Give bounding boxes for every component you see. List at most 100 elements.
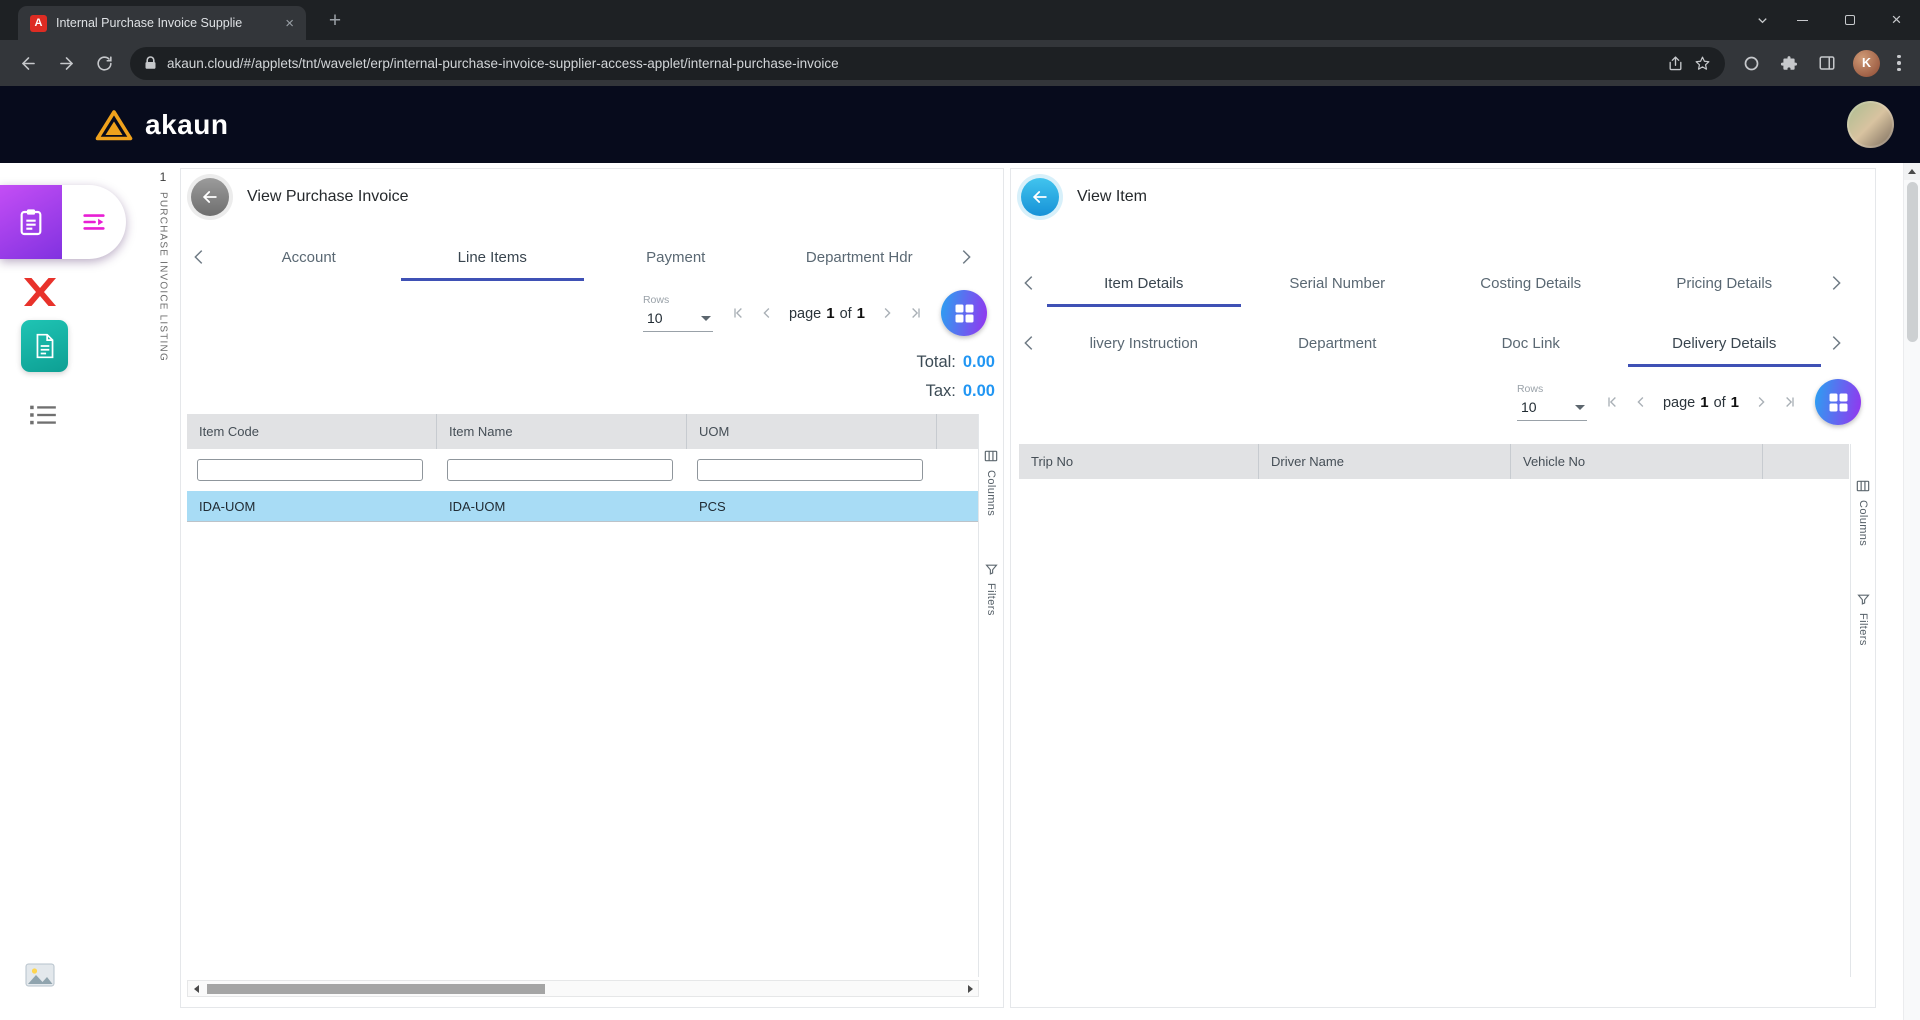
tab-line-items[interactable]: Line Items [401,233,585,281]
side-panel-icon[interactable] [1809,45,1845,81]
tab-close-icon[interactable]: × [283,14,296,33]
tab-department-hdr[interactable]: Department Hdr [768,233,952,281]
browser-profile-avatar[interactable]: K [1853,50,1880,77]
page-indicator: page1of1 [1663,394,1739,411]
tab-scroll-left-icon[interactable] [1011,259,1047,307]
last-page-icon[interactable] [904,301,928,325]
extension-circle-icon[interactable] [1733,45,1769,81]
extensions-puzzle-icon[interactable] [1771,45,1807,81]
user-avatar[interactable] [1847,101,1894,148]
tab-department[interactable]: Department [1241,319,1435,367]
page-scrollbar[interactable] [1903,163,1920,1020]
table-side-tools: Columns Filters [1850,444,1875,977]
tab-scroll-right-icon[interactable] [1821,259,1851,307]
back-button[interactable] [187,174,233,220]
image-thumbnail-icon[interactable] [25,962,55,988]
item-tab-bar-primary: Item Details Serial Number Costing Detai… [1011,259,1851,307]
back-icon[interactable] [10,45,46,81]
item-page-title: View Item [1077,188,1147,206]
filter-item-code-input[interactable] [197,459,423,481]
tab-list-chevron-icon[interactable] [1745,13,1779,28]
tab-delivery-details[interactable]: Delivery Details [1628,319,1822,367]
rows-value: 10 [1521,399,1537,415]
horizontal-scrollbar[interactable] [187,980,979,997]
columns-tool[interactable]: Columns [1855,478,1871,546]
filter-row [187,449,979,491]
column-header-trip-no[interactable]: Trip No [1019,444,1259,479]
rows-per-page-select[interactable]: Rows 10 [1517,383,1587,421]
prev-page-icon[interactable] [1629,390,1653,414]
filter-item-name-input[interactable] [447,459,673,481]
scroll-right-arrow-icon[interactable] [962,981,978,996]
next-page-icon[interactable] [875,301,899,325]
item-back-button[interactable] [1017,174,1063,220]
tab-scroll-right-icon[interactable] [1821,319,1851,367]
grid-view-button[interactable] [1815,379,1861,425]
browser-tab[interactable]: A Internal Purchase Invoice Supplie × [18,6,306,40]
tab-payment[interactable]: Payment [584,233,768,281]
url-bar[interactable]: akaun.cloud/#/applets/tnt/wavelet/erp/in… [130,47,1725,80]
scroll-left-arrow-icon[interactable] [188,981,204,996]
pagination: page1of1 [1600,390,1802,414]
table-header-row: Trip No Driver Name Vehicle No [1019,444,1849,479]
dropdown-caret-icon [701,316,711,321]
filters-tool[interactable]: Filters [984,562,999,616]
column-header-filler [937,414,979,449]
list-menu-icon[interactable] [28,401,58,429]
share-icon[interactable] [1667,55,1684,72]
filter-uom-input[interactable] [697,459,923,481]
applet-launcher[interactable] [0,185,126,259]
item-tab-bar-secondary: livery Instruction Department Doc Link D… [1011,319,1851,367]
refresh-icon[interactable] [86,45,122,81]
filters-tool[interactable]: Filters [1856,592,1871,646]
last-page-icon[interactable] [1778,390,1802,414]
tab-doc-link[interactable]: Doc Link [1434,319,1628,367]
column-header-item-name[interactable]: Item Name [437,414,687,449]
page-indicator: page1of1 [789,305,865,322]
tab-account[interactable]: Account [217,233,401,281]
lock-icon [144,56,157,70]
first-page-icon[interactable] [1600,390,1624,414]
horizontal-scrollbar-thumb[interactable] [207,984,545,994]
page-scrollbar-thumb[interactable] [1907,182,1918,342]
tab-serial-number[interactable]: Serial Number [1241,259,1435,307]
window-close-button[interactable]: × [1873,0,1920,40]
window-controls: × [1745,0,1920,40]
scroll-up-arrow-icon[interactable] [1904,163,1920,180]
listing-tab[interactable]: 1 PURCHASE INVOICE LISTING [150,170,176,362]
column-header-driver-name[interactable]: Driver Name [1259,444,1511,479]
invoice-applet-icon[interactable] [21,320,68,372]
column-header-vehicle-no[interactable]: Vehicle No [1511,444,1763,479]
columns-tool[interactable]: Columns [983,448,999,516]
red-applet-icon[interactable] [22,276,58,308]
tab-scroll-left-icon[interactable] [1011,319,1047,367]
menu-expand-icon[interactable] [62,208,126,236]
rows-per-page-select[interactable]: Rows 10 [643,294,713,332]
column-header-item-code[interactable]: Item Code [187,414,437,449]
next-page-icon[interactable] [1749,390,1773,414]
tab-pricing-details[interactable]: Pricing Details [1628,259,1822,307]
table-controls: Rows 10 page1of1 [643,290,987,336]
grid-view-button[interactable] [941,290,987,336]
first-page-icon[interactable] [726,301,750,325]
app-logo[interactable]: akaun [95,109,228,141]
prev-page-icon[interactable] [755,301,779,325]
column-header-uom[interactable]: UOM [687,414,937,449]
pagination: page1of1 [726,301,928,325]
new-tab-button[interactable]: + [320,6,350,36]
cell-item-name: IDA-UOM [437,491,687,521]
tab-delivery-instruction[interactable]: livery Instruction [1047,319,1241,367]
tab-scroll-right-icon[interactable] [951,233,981,281]
tab-scroll-left-icon[interactable] [181,233,217,281]
tab-costing-details[interactable]: Costing Details [1434,259,1628,307]
forward-icon[interactable] [48,45,84,81]
app-header: akaun [0,86,1920,163]
table-row[interactable]: IDA-UOM IDA-UOM PCS [187,491,979,522]
browser-menu-icon[interactable] [1888,45,1910,81]
window-minimize-button[interactable] [1779,0,1826,40]
window-maximize-button[interactable] [1826,0,1873,40]
bookmark-star-icon[interactable] [1694,55,1711,72]
rows-value: 10 [647,310,663,326]
tab-item-details[interactable]: Item Details [1047,259,1241,307]
item-panel: View Item Item Details Serial Number Cos… [1010,168,1876,1008]
